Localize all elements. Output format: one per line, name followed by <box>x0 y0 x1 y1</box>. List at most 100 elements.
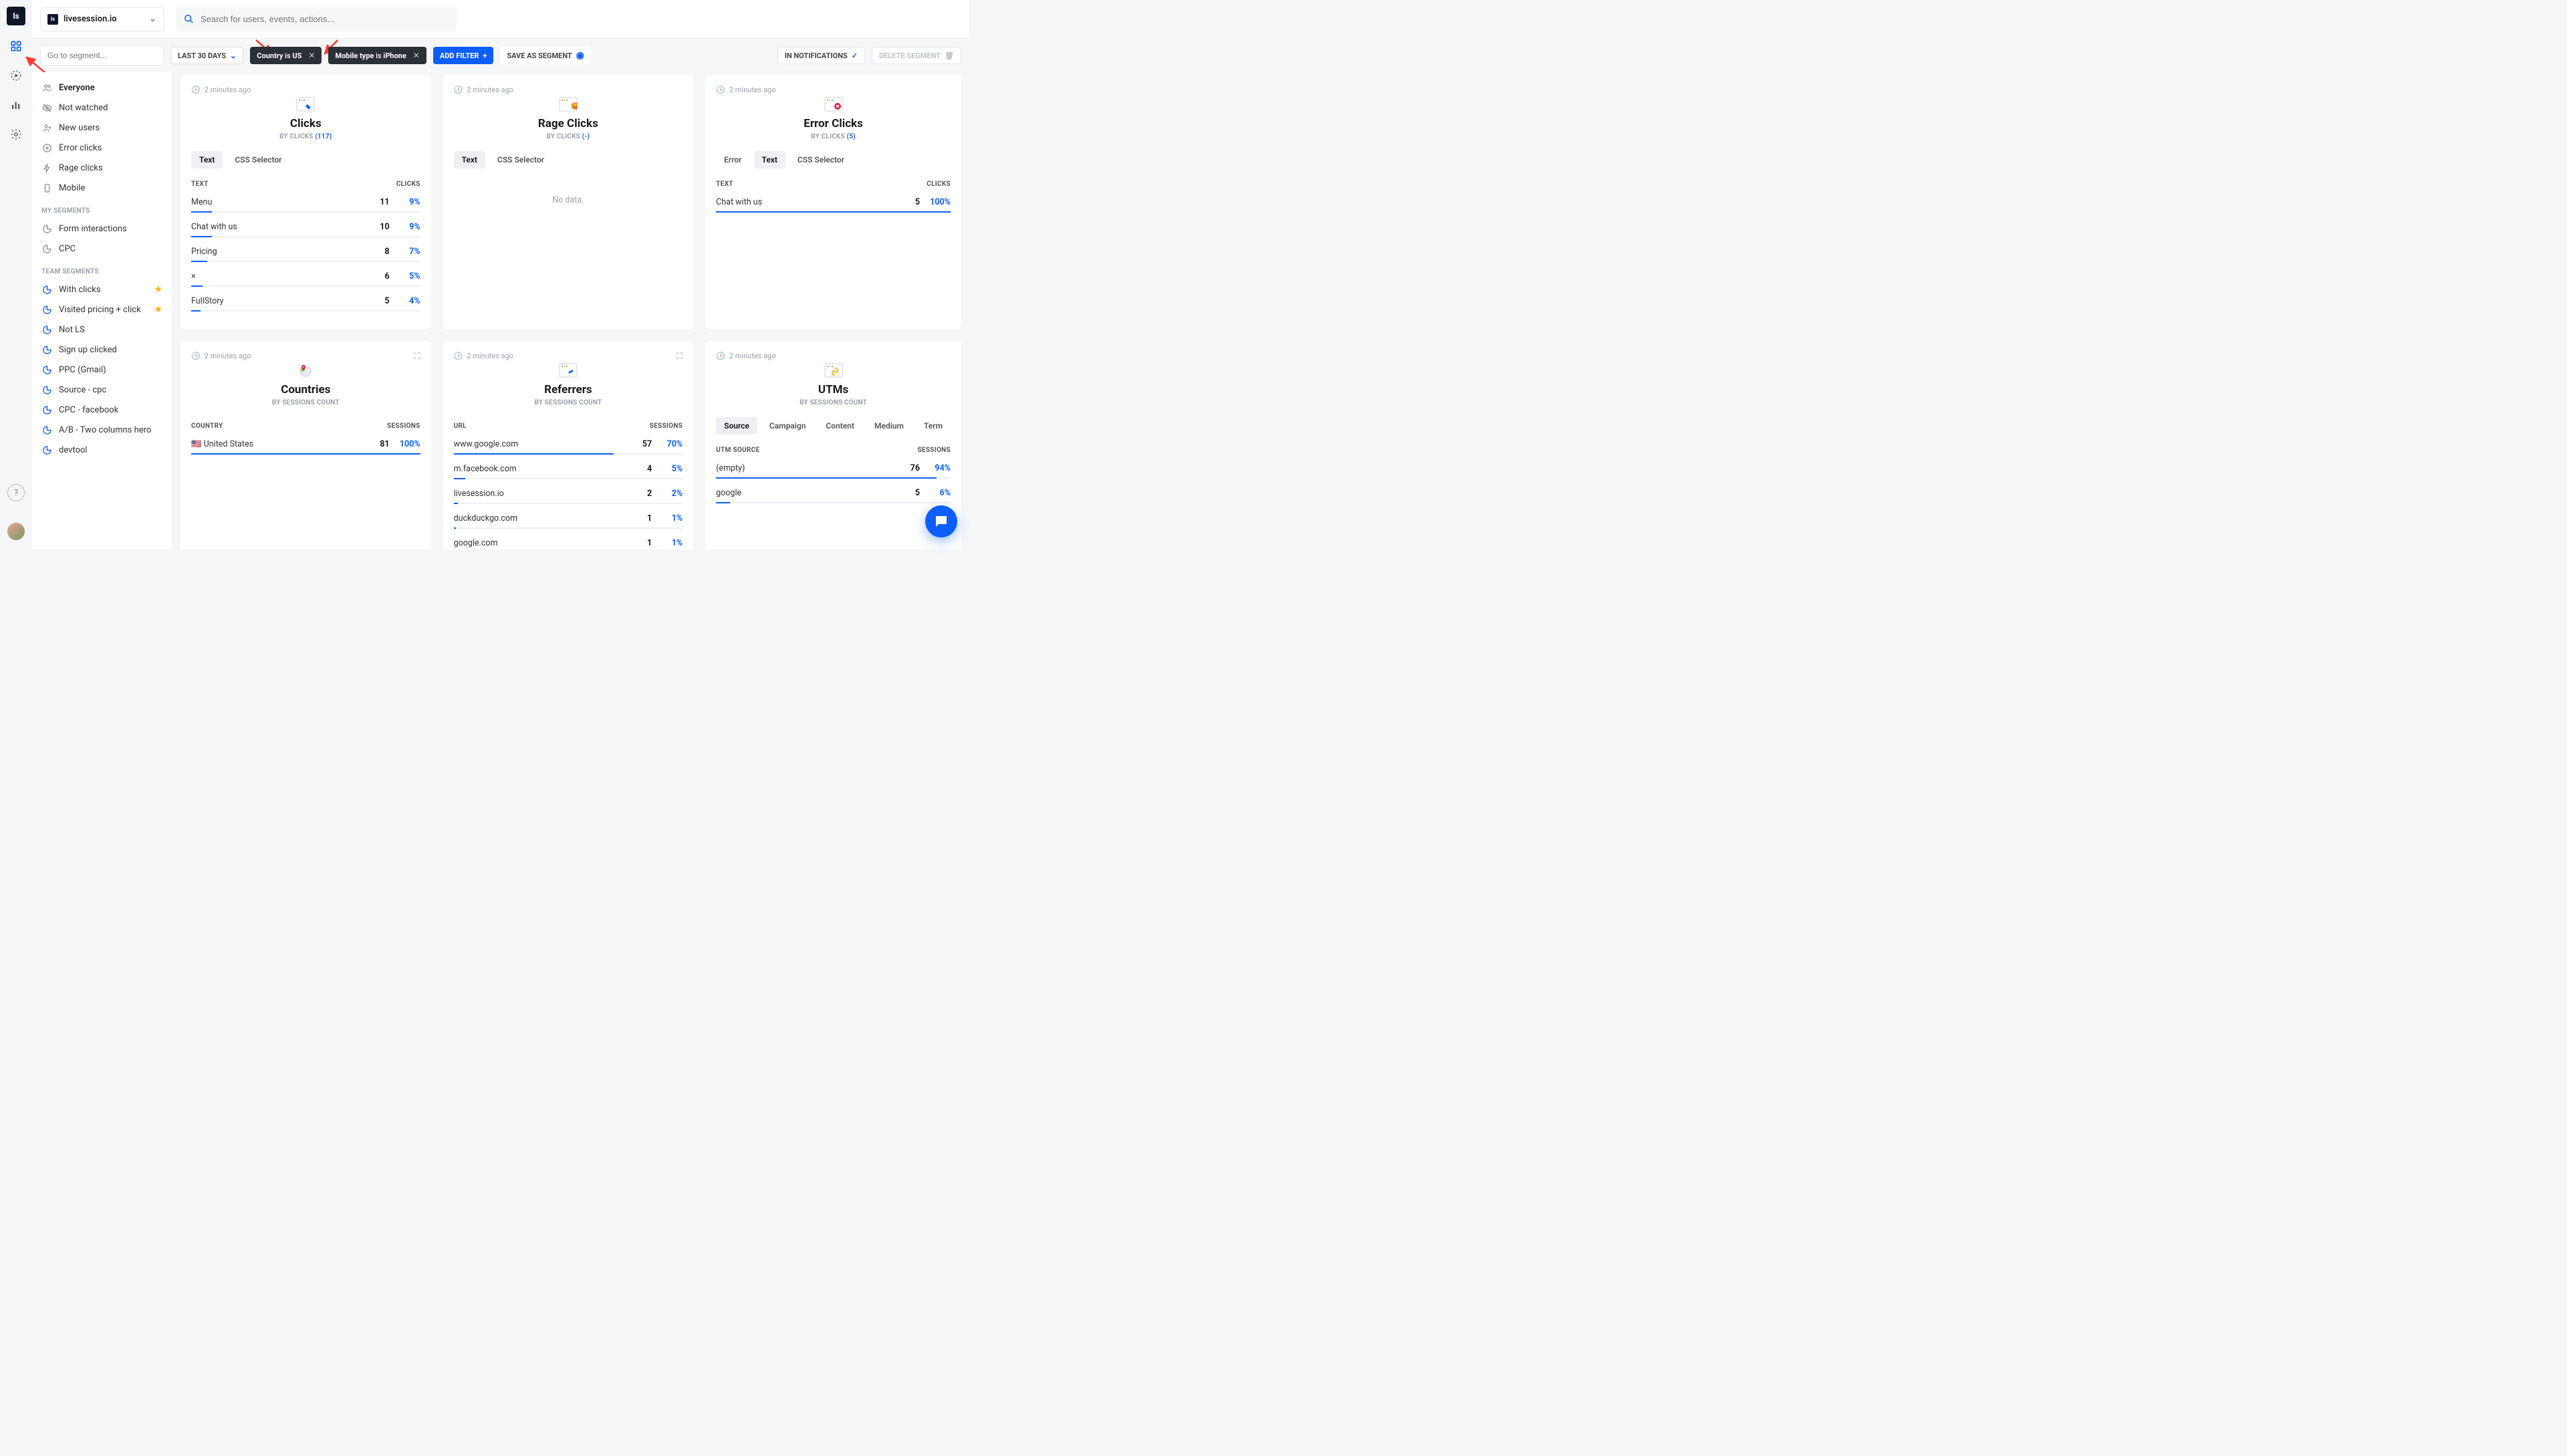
search-input[interactable] <box>201 14 449 24</box>
delete-segment-label: DELETE SEGMENT <box>879 51 941 60</box>
save-segment-button[interactable]: SAVE AS SEGMENT ◉ <box>500 47 591 64</box>
segment-item[interactable]: devtool <box>32 440 172 460</box>
segment-item[interactable]: A/B - Two columns hero <box>32 420 172 440</box>
data-row[interactable]: livesession.io22% <box>454 489 683 504</box>
global-search[interactable] <box>176 7 457 31</box>
user-avatar[interactable] <box>7 523 25 540</box>
segment-search[interactable] <box>40 45 164 66</box>
progress-bar <box>716 502 951 503</box>
segment-item[interactable]: Mobile <box>32 178 172 198</box>
data-row[interactable]: duckduckgo.com11% <box>454 513 683 529</box>
tab-text[interactable]: Text <box>754 151 785 168</box>
tab-css-selector[interactable]: CSS Selector <box>227 151 289 168</box>
brand-logo[interactable]: ls <box>7 7 25 25</box>
segment-item[interactable]: CPC - facebook <box>32 400 172 420</box>
tab-text[interactable]: Text <box>454 151 485 168</box>
close-icon[interactable]: ✕ <box>413 51 420 60</box>
tab-source[interactable]: Source <box>716 417 757 435</box>
nav-settings-icon[interactable] <box>7 126 25 143</box>
segment-item[interactable]: Visited pricing + click★ <box>32 299 172 320</box>
tab-term[interactable]: Term <box>916 417 951 435</box>
segment-item[interactable]: Source - cpc <box>32 380 172 400</box>
card-utms: 🕒2 minutes ago UTMs BY SESSIONS COUNT So… <box>705 341 961 550</box>
segment-item[interactable]: Sign up clicked <box>32 340 172 360</box>
delete-segment-button[interactable]: DELETE SEGMENT 🗑 <box>872 47 961 64</box>
pie-icon <box>41 325 52 335</box>
segment-item[interactable]: Not watched <box>32 98 172 118</box>
expand-icon[interactable]: ⛶ <box>414 352 420 362</box>
row-percent: 100% <box>390 439 420 449</box>
in-notifications-button[interactable]: IN NOTIFICATIONS ✓ <box>777 47 865 64</box>
segment-label: Rage clicks <box>59 163 103 173</box>
row-label: 🇺🇸 United States <box>191 439 356 449</box>
segment-item[interactable]: Rage clicks <box>32 158 172 178</box>
expand-icon[interactable]: ⛶ <box>677 352 683 362</box>
date-range-chip[interactable]: LAST 30 DAYS ⌄ <box>170 47 243 64</box>
row-count: 4 <box>618 464 652 474</box>
row-percent: 94% <box>920 463 951 473</box>
data-row[interactable]: Chat with us109% <box>191 222 420 237</box>
pie-icon <box>41 425 52 435</box>
card-timestamp: 🕒2 minutes ago <box>454 86 683 94</box>
data-row[interactable]: Menu119% <box>191 197 420 213</box>
tab-medium[interactable]: Medium <box>866 417 912 435</box>
intercom-launcher[interactable] <box>925 505 957 537</box>
segment-item[interactable]: New users <box>32 118 172 138</box>
segment-item[interactable]: Not LS <box>32 320 172 340</box>
data-row[interactable]: Pricing87% <box>191 247 420 262</box>
tab-css-selector[interactable]: CSS Selector <box>489 151 552 168</box>
segment-label: Sign up clicked <box>59 345 117 355</box>
card-timestamp: 🕒2 minutes ago <box>716 86 951 94</box>
nav-analytics-icon[interactable] <box>7 96 25 114</box>
segment-label: Everyone <box>59 83 95 93</box>
row-percent: 1% <box>652 538 683 548</box>
add-filter-button[interactable]: ADD FILTER + <box>433 47 493 64</box>
pie-icon <box>41 405 52 415</box>
card-timestamp: 🕒2 minutes ago <box>191 352 420 360</box>
window-rage-icon: 😡 <box>559 97 578 112</box>
tab-content[interactable]: Content <box>818 417 862 435</box>
top-bar: ls livesession.io ⌄ <box>32 0 969 39</box>
tab-error[interactable]: Error <box>716 151 749 168</box>
data-row[interactable]: 🇺🇸 United States81100% <box>191 439 420 455</box>
nav-dashboard-icon[interactable] <box>7 37 25 55</box>
data-row[interactable]: www.google.com5770% <box>454 439 683 455</box>
filter-pill-mobile-type[interactable]: Mobile type is iPhone ✕ <box>328 47 426 64</box>
close-icon[interactable]: ✕ <box>308 51 315 60</box>
tab-text[interactable]: Text <box>191 151 223 168</box>
segment-item[interactable]: With clicks★ <box>32 279 172 299</box>
card-title: Rage Clicks <box>454 117 683 130</box>
site-switcher[interactable]: ls livesession.io ⌄ <box>40 7 164 31</box>
nav-sessions-icon[interactable] <box>7 67 25 84</box>
segment-item[interactable]: CPC <box>32 239 172 259</box>
segment-item[interactable]: Error clicks <box>32 138 172 158</box>
segment-item[interactable]: Everyone <box>32 78 172 98</box>
data-row[interactable]: (empty)7694% <box>716 463 951 479</box>
data-row[interactable]: google.com11% <box>454 538 683 550</box>
row-count: 5 <box>356 296 390 306</box>
segment-label: A/B - Two columns hero <box>59 425 151 435</box>
data-row[interactable]: Chat with us5100% <box>716 197 951 213</box>
pie-icon <box>41 365 52 375</box>
data-row[interactable]: ×65% <box>191 271 420 287</box>
progress-bar <box>191 453 420 455</box>
card-sublink[interactable]: (117) <box>315 133 332 140</box>
card-sublink[interactable]: (5) <box>847 133 856 140</box>
card-countries: 🕒2 minutes ago ⛶ Countries BY SESSIONS C… <box>180 341 431 550</box>
segment-search-input[interactable] <box>47 51 156 60</box>
left-rail: ls ? <box>0 0 32 550</box>
chevron-down-icon: ⌄ <box>230 51 236 60</box>
tab-css-selector[interactable]: CSS Selector <box>789 151 852 168</box>
progress-bar <box>454 527 683 529</box>
filter-pill-country[interactable]: Country is US ✕ <box>250 47 322 64</box>
card-sublink[interactable]: (-) <box>582 133 590 140</box>
progress-bar <box>716 477 951 479</box>
data-row[interactable]: FullStory54% <box>191 296 420 312</box>
segment-item[interactable]: PPC (Gmail) <box>32 360 172 380</box>
pie-icon <box>41 305 52 315</box>
segment-item[interactable]: Form interactions <box>32 219 172 239</box>
data-row[interactable]: google56% <box>716 488 951 503</box>
data-row[interactable]: m.facebook.com45% <box>454 464 683 479</box>
tab-campaign[interactable]: Campaign <box>761 417 814 435</box>
help-icon[interactable]: ? <box>7 484 25 501</box>
